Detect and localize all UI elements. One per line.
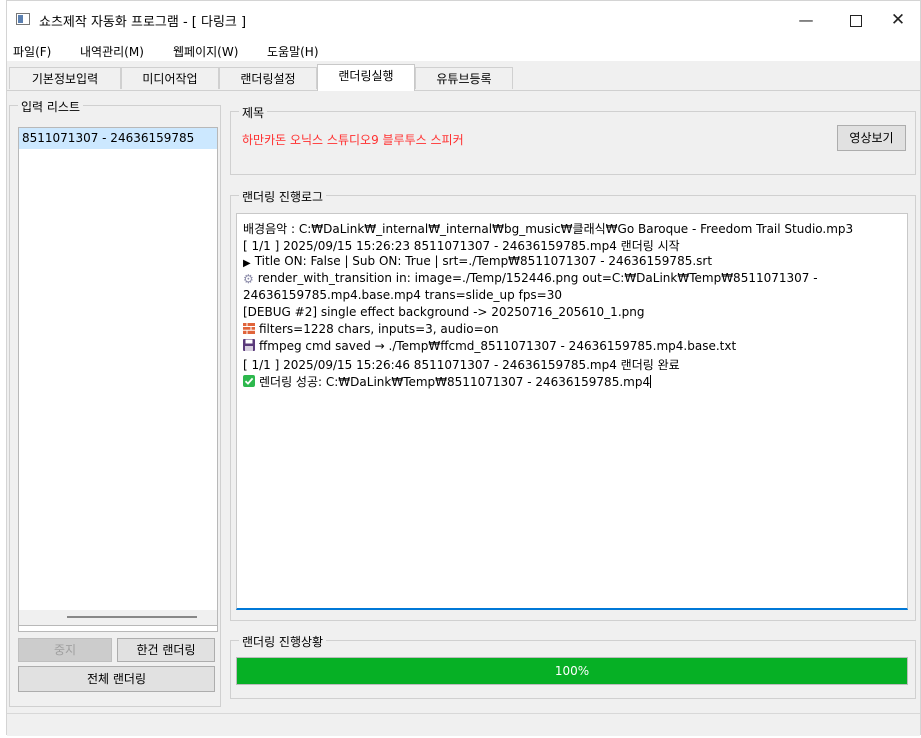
log-line: 24636159785.mp4.base.mp4 trans=slide_up …	[243, 288, 563, 302]
text-cursor	[650, 375, 652, 388]
log-line-text: 렌더링 성공: C:₩DaLink₩Temp₩8511071307 - 2463…	[259, 375, 651, 389]
minimize-button[interactable]: —	[783, 1, 829, 39]
video-title-text: 하만카돈 오닉스 스튜디오9 블루투스 스피커	[242, 133, 464, 147]
render-progress-bar: 100%	[236, 657, 908, 685]
menu-bar: 파일(F) 내역관리(M) 웹페이지(W) 도움말(H)	[7, 39, 920, 61]
gear-icon: ⚙	[243, 272, 254, 286]
scrollbar-thumb[interactable]	[67, 616, 197, 618]
tab-basic-info[interactable]: 기본정보입력	[9, 67, 121, 89]
title-group-label: 제목	[239, 104, 268, 121]
brick-icon	[243, 323, 255, 337]
close-button[interactable]: ✕	[875, 1, 921, 39]
log-line: ⚙ render_with_transition in: image=./Temp…	[243, 271, 818, 286]
menu-file[interactable]: 파일(F)	[13, 43, 51, 60]
input-list-box[interactable]: 8511071307 - 24636159785	[18, 127, 218, 632]
preview-video-button[interactable]: 영상보기	[837, 125, 906, 151]
log-line: ▶ Title ON: False | Sub ON: True | srt=./…	[243, 254, 712, 269]
tab-strip: 기본정보입력 미디어작업 랜더링설정 랜더링실행 유튜브등록	[7, 63, 920, 91]
render-progress-label: 랜더링 진행상황	[239, 633, 327, 650]
tab-render-settings[interactable]: 랜더링설정	[219, 67, 317, 89]
title-bar[interactable]: 쇼츠제작 자동화 프로그램 - [ 다링크 ] — ✕	[7, 1, 920, 39]
tab-render-run[interactable]: 랜더링실행	[317, 64, 415, 91]
menu-history[interactable]: 내역관리(M)	[80, 43, 144, 60]
maximize-button[interactable]	[833, 1, 879, 39]
list-horizontal-scrollbar[interactable]	[18, 610, 218, 626]
minimize-icon: —	[798, 11, 814, 29]
tab-divider	[7, 90, 920, 91]
maximize-icon	[850, 14, 862, 27]
app-window-icon	[16, 13, 30, 25]
play-triangle-icon: ▶	[243, 258, 251, 269]
render-single-button[interactable]: 한건 랜더링	[117, 638, 215, 662]
list-item[interactable]: 8511071307 - 24636159785	[19, 128, 217, 149]
menu-webpage[interactable]: 웹페이지(W)	[173, 43, 238, 60]
render-all-button[interactable]: 전체 랜더링	[18, 666, 215, 692]
render-log-label: 랜더링 진행로그	[239, 188, 327, 205]
window-title: 쇼츠제작 자동화 프로그램 - [ 다링크 ]	[39, 15, 247, 30]
log-line-text: filters=1228 chars, inputs=3, audio=on	[259, 322, 499, 336]
status-bar	[7, 713, 920, 736]
menu-help[interactable]: 도움말(H)	[267, 43, 319, 60]
check-mark-icon	[243, 375, 255, 390]
close-icon: ✕	[890, 10, 906, 30]
log-line: 배경음악 : C:₩DaLink₩_internal₩_internal₩bg_…	[243, 222, 854, 236]
log-line-text: ffmpeg cmd saved → ./Temp₩ffcmd_85110713…	[259, 339, 737, 353]
log-line: 렌더링 성공: C:₩DaLink₩Temp₩8511071307 - 2463…	[243, 373, 652, 390]
render-log-textbox[interactable]: 배경음악 : C:₩DaLink₩_internal₩_internal₩bg_…	[236, 213, 908, 610]
log-line: ffmpeg cmd saved → ./Temp₩ffcmd_85110713…	[243, 339, 736, 354]
log-line: [DEBUG #2] single effect background -> 2…	[243, 305, 645, 319]
log-line-text: Title ON: False | Sub ON: True | srt=./T…	[254, 254, 713, 268]
tab-media-work[interactable]: 미디어작업	[121, 67, 219, 89]
floppy-disk-icon	[243, 339, 255, 354]
stop-button[interactable]: 중지	[18, 638, 112, 662]
log-line: [ 1/1 ] 2025/09/15 15:26:46 8511071307 -…	[243, 358, 680, 372]
main-window: 쇼츠제작 자동화 프로그램 - [ 다링크 ] — ✕ 파일(F) 내역관리(M…	[6, 0, 921, 736]
log-line-text: render_with_transition in: image=./Temp/…	[257, 271, 818, 285]
log-line: [ 1/1 ] 2025/09/15 15:26:23 8511071307 -…	[243, 239, 680, 253]
input-list-label: 입력 리스트	[18, 98, 84, 115]
progress-percent-text: 100%	[554, 664, 590, 678]
log-line: filters=1228 chars, inputs=3, audio=on	[243, 322, 499, 337]
tab-youtube-upload[interactable]: 유튜브등록	[415, 67, 513, 89]
